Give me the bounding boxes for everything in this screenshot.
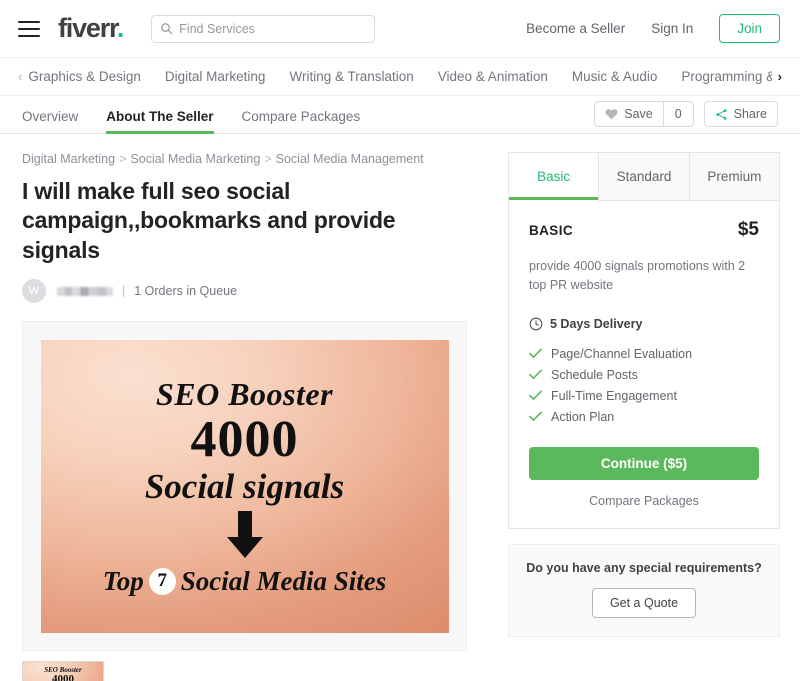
down-arrow-icon [222, 510, 268, 564]
logo-dot: . [116, 13, 125, 43]
gig-image-line-4: Top 7 Social Media Sites [103, 566, 387, 597]
chevron-left-icon[interactable]: ‹ [12, 69, 28, 84]
fiverr-logo[interactable]: fiverr. [58, 13, 125, 43]
get-a-quote-button[interactable]: Get a Quote [591, 587, 697, 618]
save-control: Save 0 [594, 101, 694, 127]
package-description: provide 4000 signals promotions with 2 t… [529, 259, 746, 292]
feature-item: Action Plan [529, 410, 759, 424]
gig-subnav: Overview About The Seller Compare Packag… [0, 96, 800, 134]
gig-image-line-2: 4000 [190, 410, 299, 468]
gig-main-column: Digital Marketing > Social Media Marketing… [22, 152, 474, 681]
check-icon [529, 348, 542, 358]
feature-item: Schedule Posts [529, 368, 759, 382]
special-requirements-title: Do you have any special requirements? [526, 560, 762, 575]
top-header: fiverr. Find Services Become a Seller Si… [0, 0, 800, 58]
package-features: Page/Channel Evaluation Schedule Posts F… [529, 347, 759, 424]
gig-image[interactable]: SEO Booster 4000 Social signals Top 7 So… [40, 339, 449, 633]
share-label: Share [733, 107, 767, 121]
chevron-right-icon[interactable]: › [772, 69, 788, 84]
become-a-seller-link[interactable]: Become a Seller [526, 21, 625, 36]
search-placeholder: Find Services [179, 21, 255, 36]
tab-overview[interactable]: Overview [22, 109, 78, 133]
sign-in-link[interactable]: Sign In [651, 21, 693, 36]
delivery-time: 5 Days Delivery [550, 316, 643, 331]
package-tab-premium[interactable]: Premium [688, 153, 779, 201]
tab-about-the-seller[interactable]: About The Seller [106, 109, 214, 134]
breadcrumb-separator: > [119, 152, 127, 166]
seller-name-redacted[interactable] [57, 286, 113, 296]
orders-in-queue: 1 Orders in Queue [134, 284, 238, 299]
feature-item: Page/Channel Evaluation [529, 347, 759, 361]
check-icon [529, 411, 542, 421]
package-tab-standard[interactable]: Standard [598, 153, 689, 201]
category-item-graphics-design[interactable]: Graphics & Design [28, 69, 141, 84]
clock-icon [529, 317, 543, 330]
delivery-row: 5 Days Delivery [529, 317, 759, 331]
category-item-music-audio[interactable]: Music & Audio [572, 69, 658, 84]
package-tabs: Basic Standard Premium [509, 153, 779, 201]
breadcrumb-item-social-media-management[interactable]: Social Media Management [276, 152, 424, 166]
search-icon [161, 23, 173, 35]
gig-image-container: SEO Booster 4000 Social signals Top 7 So… [22, 321, 467, 652]
tab-compare-packages[interactable]: Compare Packages [242, 109, 361, 133]
check-icon [529, 369, 542, 379]
check-icon [529, 390, 542, 400]
breadcrumb-separator: > [264, 152, 272, 166]
feature-item: Full-Time Engagement [529, 389, 759, 403]
seller-divider: | [122, 284, 126, 299]
package-header-row: BASIC $5 [529, 219, 759, 241]
package-tab-basic[interactable]: Basic [509, 153, 599, 201]
gig-image-badge-number: 7 [148, 567, 176, 595]
breadcrumb-item-digital-marketing[interactable]: Digital Marketing [22, 152, 115, 166]
feature-label: Schedule Posts [551, 367, 638, 382]
gig-image-line-1: SEO Booster [155, 375, 334, 412]
save-button[interactable]: Save [595, 102, 662, 126]
logo-text: fiverr [58, 13, 118, 43]
page-body: Digital Marketing > Social Media Marketing… [0, 134, 800, 681]
share-icon [715, 108, 727, 120]
join-button[interactable]: Join [719, 14, 780, 43]
thumbnail-line-2: 4000 [52, 673, 74, 681]
gig-thumbnail-strip: SEO Booster 4000 Social signals Top 7 So… [22, 661, 474, 681]
avatar[interactable]: W [22, 279, 46, 304]
page-title: I will make full seo social campaign,,bo… [22, 178, 396, 263]
breadcrumb-item-social-media-marketing[interactable]: Social Media Marketing [130, 152, 260, 166]
category-item-video-animation[interactable]: Video & Animation [438, 69, 548, 84]
gig-image-line-4-suffix: Social Media Sites [180, 565, 387, 596]
hamburger-menu-icon[interactable] [18, 20, 40, 37]
package-name: BASIC [529, 223, 574, 238]
gig-image-line-3: Social signals [144, 466, 345, 506]
feature-label: Page/Channel Evaluation [551, 346, 693, 361]
save-count[interactable]: 0 [662, 102, 693, 126]
category-nav: ‹ Graphics & Design Digital Marketing Wr… [0, 58, 800, 96]
gig-thumbnail-1[interactable]: SEO Booster 4000 Social signals Top 7 So… [22, 661, 104, 681]
feature-label: Full-Time Engagement [551, 388, 677, 403]
category-item-digital-marketing[interactable]: Digital Marketing [165, 69, 266, 84]
breadcrumb: Digital Marketing > Social Media Marketing… [22, 152, 474, 166]
save-label: Save [624, 107, 653, 121]
gig-tabs: Overview About The Seller Compare Packag… [22, 96, 388, 134]
package-price: $5 [737, 219, 759, 240]
gig-image-line-4-prefix: Top [102, 565, 144, 596]
category-list: Graphics & Design Digital Marketing Writ… [28, 69, 771, 84]
category-item-writing-translation[interactable]: Writing & Translation [289, 69, 413, 84]
heart-icon [605, 109, 618, 120]
pricing-panel: Basic Standard Premium BASIC $5 provide … [508, 152, 780, 529]
compare-packages-link[interactable]: Compare Packages [529, 494, 759, 508]
continue-button[interactable]: Continue ($5) [529, 446, 759, 480]
gig-actions: Save 0 Share [594, 101, 778, 133]
package-body: BASIC $5 provide 4000 signals promotions… [509, 201, 779, 528]
search-input[interactable]: Find Services [151, 14, 376, 43]
category-item-programming-tech[interactable]: Programming & Tec [681, 69, 771, 84]
seller-info-row: W | 1 Orders in Queue [22, 279, 474, 304]
special-requirements-box: Do you have any special requirements? Ge… [508, 543, 780, 637]
feature-label: Action Plan [551, 409, 615, 424]
share-button[interactable]: Share [703, 101, 778, 127]
pricing-column: Basic Standard Premium BASIC $5 provide … [508, 152, 780, 681]
